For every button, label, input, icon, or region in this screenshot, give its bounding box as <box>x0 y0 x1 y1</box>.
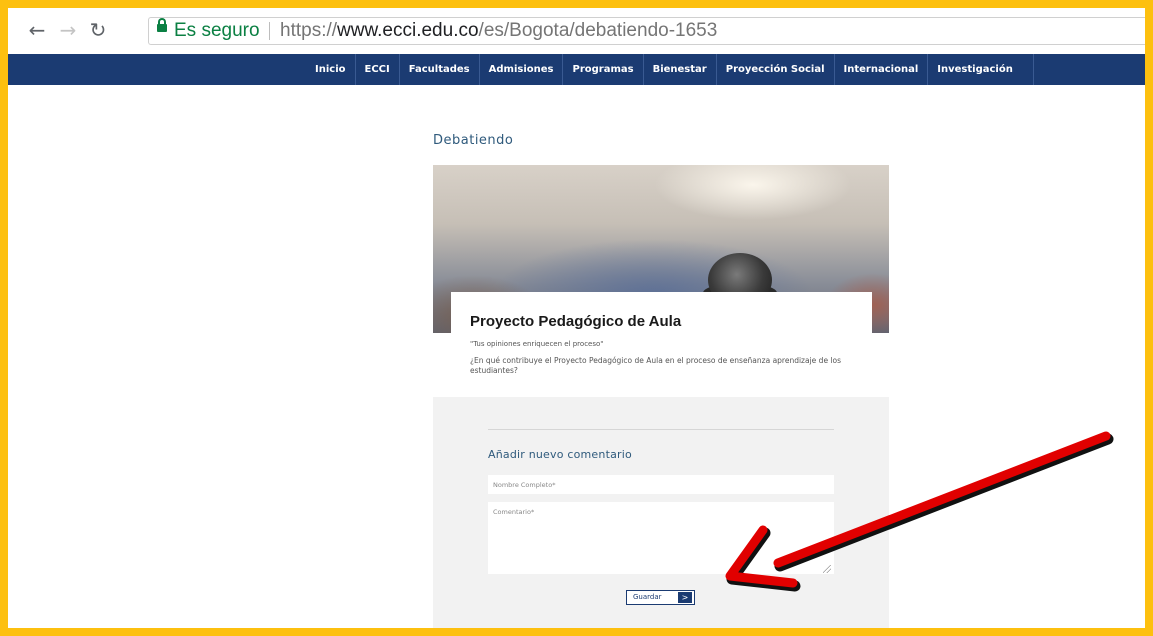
url-text[interactable]: https://www.ecci.edu.co/es/Bogota/debati… <box>280 19 717 43</box>
nav-item-facultades[interactable]: Facultades <box>400 54 480 85</box>
nav-item-internacional[interactable]: Internacional <box>835 54 929 85</box>
address-bar[interactable]: Es seguro https://www.ecci.edu.co/es/Bog… <box>148 17 1145 45</box>
nav-item-bienestar[interactable]: Bienestar <box>644 54 717 85</box>
site-navigation: Inicio ECCI Facultades Admisiones Progra… <box>8 54 1145 85</box>
screenshot-frame: ← → ↻ Es seguro https://www.ecci.edu.co/… <box>0 0 1153 636</box>
url-prefix: https:// <box>280 20 338 41</box>
lock-icon <box>157 18 167 32</box>
resize-handle-icon[interactable] <box>823 565 831 573</box>
url-path: /es/Bogota/debatiendo-1653 <box>478 20 718 41</box>
save-button[interactable]: Guardar > <box>626 590 695 605</box>
nav-item-programas[interactable]: Programas <box>563 54 644 85</box>
nav-item-proyeccion-social[interactable]: Proyección Social <box>717 54 835 85</box>
secure-label: Es seguro <box>174 20 260 41</box>
browser-toolbar: ← → ↻ Es seguro https://www.ecci.edu.co/… <box>8 8 1145 55</box>
nav-item-admisiones[interactable]: Admisiones <box>480 54 564 85</box>
article-quote: "Tus opiniones enriquecen el proceso" <box>470 340 604 348</box>
page-title: Debatiendo <box>433 133 514 148</box>
article-title: Proyecto Pedagógico de Aula <box>470 313 682 330</box>
back-arrow-icon[interactable]: ← <box>26 19 48 41</box>
comments-divider <box>488 429 834 430</box>
nav-item-inicio[interactable]: Inicio <box>306 54 356 85</box>
reload-icon[interactable]: ↻ <box>87 19 109 41</box>
save-button-label: Guardar <box>633 593 662 601</box>
add-comment-heading: Añadir nuevo comentario <box>488 448 632 461</box>
nav-item-investigacion[interactable]: Investigación <box>928 54 1034 85</box>
address-separator <box>269 22 270 40</box>
article-question: ¿En qué contribuye el Proyecto Pedagógic… <box>470 356 842 375</box>
save-arrow-icon: > <box>678 592 692 603</box>
nav-menu: Inicio ECCI Facultades Admisiones Progra… <box>306 54 1034 85</box>
name-field[interactable]: Nombre Completo* <box>488 475 834 494</box>
nav-item-ecci[interactable]: ECCI <box>356 54 400 85</box>
forward-arrow-icon[interactable]: → <box>57 19 79 41</box>
comment-field[interactable]: Comentario* <box>488 502 834 574</box>
url-host: www.ecci.edu.co <box>337 20 479 41</box>
